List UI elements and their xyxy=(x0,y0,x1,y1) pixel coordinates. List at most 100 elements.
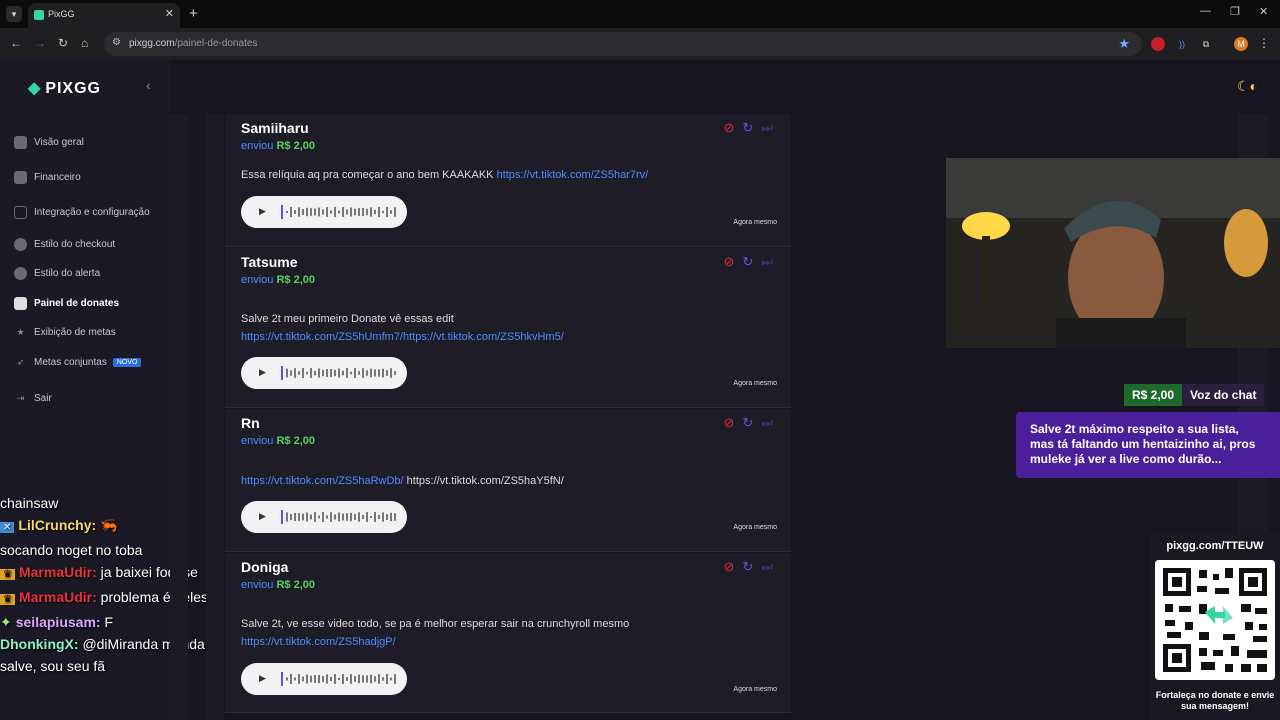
donation-message: Essa relíquia aq pra começar o ano bem K… xyxy=(241,169,649,181)
waveform-bar xyxy=(342,370,344,376)
replay-icon[interactable]: ↻ xyxy=(742,254,753,269)
skip-icon[interactable]: ⏭ xyxy=(761,415,773,430)
sidebar-item-financeiro[interactable]: Financeiro xyxy=(14,169,81,185)
play-icon[interactable]: ▶ xyxy=(259,673,266,684)
waveform-bar xyxy=(322,675,324,683)
waveform-bar xyxy=(326,207,328,217)
waveform-bar xyxy=(374,512,376,522)
sidebar-item-visao-geral[interactable]: Visão geral xyxy=(14,134,84,150)
profile-avatar[interactable]: M xyxy=(1234,37,1248,51)
extension-icon[interactable] xyxy=(1151,37,1165,51)
minimize-icon[interactable]: — xyxy=(1200,5,1211,17)
browser-tab[interactable]: PixGG ✕ xyxy=(28,3,180,28)
waveform-bar xyxy=(338,210,340,214)
waveform-bar xyxy=(394,674,396,684)
audio-waveform[interactable] xyxy=(281,366,397,380)
restore-icon[interactable]: ❐ xyxy=(1230,5,1240,18)
waveform-bar xyxy=(378,369,380,377)
browser-menu-icon[interactable]: ⋮ xyxy=(1258,36,1270,50)
audio-waveform[interactable] xyxy=(281,672,397,686)
logout-icon: ⇥ xyxy=(16,392,25,403)
waveform-bar xyxy=(382,210,384,214)
waveform-bar xyxy=(302,513,304,521)
home-icon[interactable]: ⌂ xyxy=(81,36,88,50)
donation-card: Doniga enviou R$ 2,00 ⊘ ↻ ⏭ Salve 2t, ve e… xyxy=(225,553,791,713)
block-icon[interactable]: ⊘ xyxy=(723,559,734,574)
theme-toggle-icon[interactable]: ☾◐ xyxy=(1237,78,1258,95)
skip-icon[interactable]: ⏭ xyxy=(761,254,773,269)
replay-icon[interactable]: ↻ xyxy=(742,559,753,574)
play-icon[interactable]: ▶ xyxy=(259,511,266,522)
donation-time: Agora mesmo xyxy=(733,524,777,531)
waveform-bar xyxy=(346,513,348,521)
sidebar-item-metas-conjuntas[interactable]: ➶ Metas conjuntas NOVO xyxy=(14,354,142,370)
waveform-bar xyxy=(298,513,300,521)
waveform-bar xyxy=(386,674,388,684)
address-bar[interactable]: ⚙ pixgg.com/painel-de-donates ★ xyxy=(104,32,1142,56)
donation-amount: enviou R$ 2,00 xyxy=(241,274,316,286)
audio-waveform[interactable] xyxy=(281,205,397,219)
reload-icon[interactable]: ↻ xyxy=(58,36,68,50)
donation-actions: ⊘ ↻ ⏭ xyxy=(715,559,773,575)
skip-icon[interactable]: ⏭ xyxy=(761,559,773,574)
waveform-bar xyxy=(378,207,380,217)
audio-player[interactable]: ▶ xyxy=(241,501,407,533)
close-window-icon[interactable]: ✕ xyxy=(1259,5,1268,18)
audio-player[interactable]: ▶ xyxy=(241,663,407,695)
waveform-bar xyxy=(310,514,312,520)
sidebar-item-painel-donates[interactable]: Painel de donates xyxy=(14,295,119,311)
play-icon[interactable]: ▶ xyxy=(259,206,266,217)
waveform-bar xyxy=(302,676,304,682)
tab-title: PixGG xyxy=(48,9,75,19)
audio-waveform[interactable] xyxy=(281,510,397,524)
qr-code-icon xyxy=(1155,560,1275,680)
waveform-bar xyxy=(286,512,288,522)
message-link[interactable]: https://vt.tiktok.com/ZS5hUmfm7/https://… xyxy=(241,331,564,343)
star-icon: ★ xyxy=(16,326,25,337)
block-icon[interactable]: ⊘ xyxy=(723,120,734,135)
back-icon[interactable]: ← xyxy=(10,36,22,50)
new-tab-icon[interactable]: + xyxy=(189,5,198,22)
audio-player[interactable]: ▶ xyxy=(241,357,407,389)
sidebar-item-estilo-checkout[interactable]: Estilo do checkout xyxy=(14,236,115,252)
waveform-bar xyxy=(330,676,332,682)
replay-icon[interactable]: ↻ xyxy=(742,120,753,135)
sidebar-item-sair[interactable]: ⇥ Sair xyxy=(14,390,52,406)
logo[interactable]: ◆ PIXGG xyxy=(28,78,101,98)
panel-gutter xyxy=(206,114,224,720)
waveform-bar xyxy=(382,512,384,522)
waveform-bar xyxy=(366,370,368,376)
block-icon[interactable]: ⊘ xyxy=(723,415,734,430)
sidebar-item-integracao[interactable]: Integração e configuração xyxy=(14,204,150,220)
waveform-bar xyxy=(306,512,308,522)
waveform-bar xyxy=(330,210,332,214)
waveform-bar xyxy=(370,368,372,378)
message-link[interactable]: https://vt.tiktok.com/ZS5haRwDb/ xyxy=(241,475,404,487)
play-icon[interactable]: ▶ xyxy=(259,367,266,378)
pixgg-logo-icon: ◆ xyxy=(28,80,42,97)
qr-url: pixgg.com/TTEUW xyxy=(1166,540,1264,552)
donation-message: https://vt.tiktok.com/ZS5haRwDb/ https:/… xyxy=(241,475,564,487)
block-icon[interactable]: ⊘ xyxy=(723,254,734,269)
audio-extension-icon[interactable]: )) xyxy=(1175,37,1189,51)
bookmark-star-icon[interactable]: ★ xyxy=(1118,36,1130,52)
message-link[interactable]: https://vt.tiktok.com/ZS5hadjgP/ xyxy=(241,636,396,648)
replay-icon[interactable]: ↻ xyxy=(742,415,753,430)
waveform-bar xyxy=(290,207,292,217)
sidebar-item-exibicao-metas[interactable]: ★ Exibição de metas xyxy=(14,324,115,340)
forward-icon[interactable]: → xyxy=(34,36,46,50)
tab-close-icon[interactable]: ✕ xyxy=(165,7,174,20)
message-link[interactable]: https://vt.tiktok.com/ZS5har7rv/ xyxy=(497,169,649,181)
waveform-bar xyxy=(378,674,380,684)
donate-icon xyxy=(14,296,27,310)
site-info-icon[interactable]: ⚙ xyxy=(112,37,121,48)
skip-icon[interactable]: ⏭ xyxy=(761,120,773,135)
extensions-puzzle-icon[interactable]: ⧉ xyxy=(1199,37,1213,51)
url-text[interactable]: pixgg.com/painel-de-donates xyxy=(129,38,257,49)
audio-player[interactable]: ▶ xyxy=(241,196,407,228)
tab-search-icon[interactable]: ▾ xyxy=(6,6,22,22)
chat-message: ✦ seilapiusam: F xyxy=(0,614,114,630)
sidebar-item-estilo-alerta[interactable]: Estilo do alerta xyxy=(14,265,100,281)
collapse-sidebar-icon[interactable]: ‹ xyxy=(146,77,151,93)
badge-icon: ✕ xyxy=(0,522,15,533)
